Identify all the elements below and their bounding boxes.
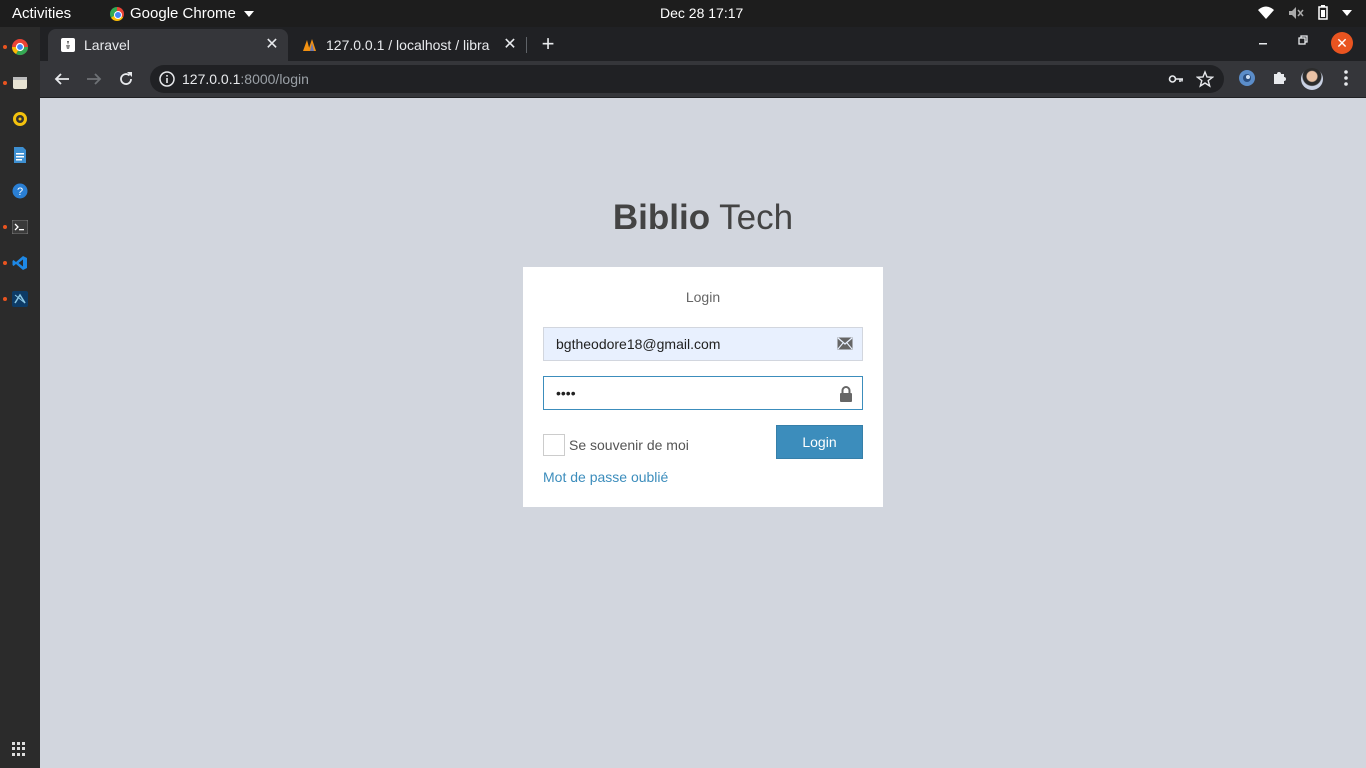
bookmark-star-icon[interactable] (1196, 70, 1214, 88)
url-host: 127.0.0.1 (182, 71, 241, 87)
remember-label: Se souvenir de moi (569, 437, 689, 453)
extension-icon[interactable] (1238, 69, 1256, 87)
restore-icon[interactable] (1296, 33, 1310, 47)
writer-icon[interactable] (10, 145, 30, 165)
url-path: :8000/login (240, 71, 309, 87)
files-icon[interactable] (10, 73, 30, 93)
minimize-icon[interactable] (1256, 33, 1270, 47)
back-arrow-icon (54, 73, 69, 85)
system-tray[interactable] (1258, 5, 1352, 20)
battery-icon (1318, 5, 1328, 20)
terminal-icon[interactable] (10, 217, 30, 237)
login-box-message: Login (685, 289, 721, 305)
rhythmbox-icon[interactable] (10, 109, 30, 129)
password-field[interactable] (543, 376, 863, 410)
back-button[interactable] (52, 69, 72, 89)
vscode-icon[interactable] (10, 253, 30, 273)
remember-me[interactable]: Se souvenir de moi (543, 434, 689, 456)
show-applications-icon[interactable] (12, 742, 26, 756)
close-window-button[interactable]: ✕ (1331, 32, 1353, 54)
running-indicator (3, 261, 7, 265)
login-box: Login Se souvenir de moi Login Mot de pa… (523, 267, 883, 507)
svg-text:?: ? (17, 186, 23, 198)
tab-title: Laravel (84, 37, 130, 53)
laravel-favicon-icon (61, 38, 75, 52)
studio-icon[interactable] (10, 289, 30, 309)
phpmyadmin-favicon-icon (303, 39, 316, 51)
wifi-icon (1258, 6, 1274, 19)
key-icon[interactable] (1168, 71, 1184, 87)
forward-button[interactable] (84, 69, 104, 89)
app-name: Google Chrome (130, 5, 236, 22)
envelope-icon (837, 337, 853, 350)
address-bar[interactable]: 127.0.0.1:8000/login (150, 65, 1224, 93)
forgot-password-link[interactable]: Mot de passe oublié (543, 469, 668, 485)
web-page: Biblio Tech Login Se souvenir de moi Log… (40, 98, 1366, 768)
tab-separator (526, 37, 527, 53)
lock-icon (840, 386, 852, 402)
system-top-bar: Activities Google Chrome Dec 28 17:17 (0, 0, 1366, 27)
forward-arrow-icon (87, 73, 102, 85)
brand-light: Tech (710, 198, 794, 237)
remember-checkbox[interactable] (543, 434, 565, 456)
password-input[interactable] (544, 377, 824, 409)
profile-avatar[interactable] (1301, 68, 1323, 90)
chrome-icon[interactable] (10, 37, 30, 57)
email-input[interactable] (544, 328, 824, 360)
chrome-icon (110, 6, 124, 21)
volume-muted-icon (1289, 6, 1304, 19)
dock: ? (0, 27, 40, 768)
info-icon[interactable] (159, 71, 175, 87)
caret-down-icon (243, 10, 254, 17)
help-icon[interactable]: ? (10, 181, 30, 201)
clock[interactable]: Dec 28 17:17 (660, 5, 743, 21)
reload-icon (120, 72, 132, 85)
tab-laravel[interactable]: Laravel ✕ (48, 29, 288, 61)
app-menu[interactable]: Google Chrome (110, 5, 254, 22)
running-indicator (3, 297, 7, 301)
activities-button[interactable]: Activities (12, 5, 71, 22)
reload-button[interactable] (116, 69, 136, 89)
url-text: 127.0.0.1:8000/login (182, 71, 309, 87)
browser-toolbar: 127.0.0.1:8000/login (40, 61, 1366, 98)
tab-phpmyadmin[interactable]: 127.0.0.1 / localhost / libra ✕ (290, 29, 526, 61)
tab-close-icon[interactable]: ✕ (502, 37, 518, 53)
new-tab-button[interactable]: + (538, 33, 558, 55)
extensions-puzzle-icon[interactable] (1271, 69, 1289, 87)
running-indicator (3, 81, 7, 85)
tab-title: 127.0.0.1 / localhost / libra (326, 37, 490, 53)
login-button[interactable]: Login (776, 425, 863, 459)
power-menu-caret-icon (1342, 9, 1352, 16)
running-indicator (3, 45, 7, 49)
login-logo: Biblio Tech (40, 198, 1366, 238)
tab-close-icon[interactable]: ✕ (264, 37, 280, 53)
more-menu-icon[interactable] (1338, 69, 1354, 87)
email-field[interactable] (543, 327, 863, 361)
tab-strip: Laravel ✕ 127.0.0.1 / localhost / libra … (40, 27, 1366, 61)
brand-bold: Biblio (612, 198, 711, 237)
running-indicator (3, 225, 7, 229)
